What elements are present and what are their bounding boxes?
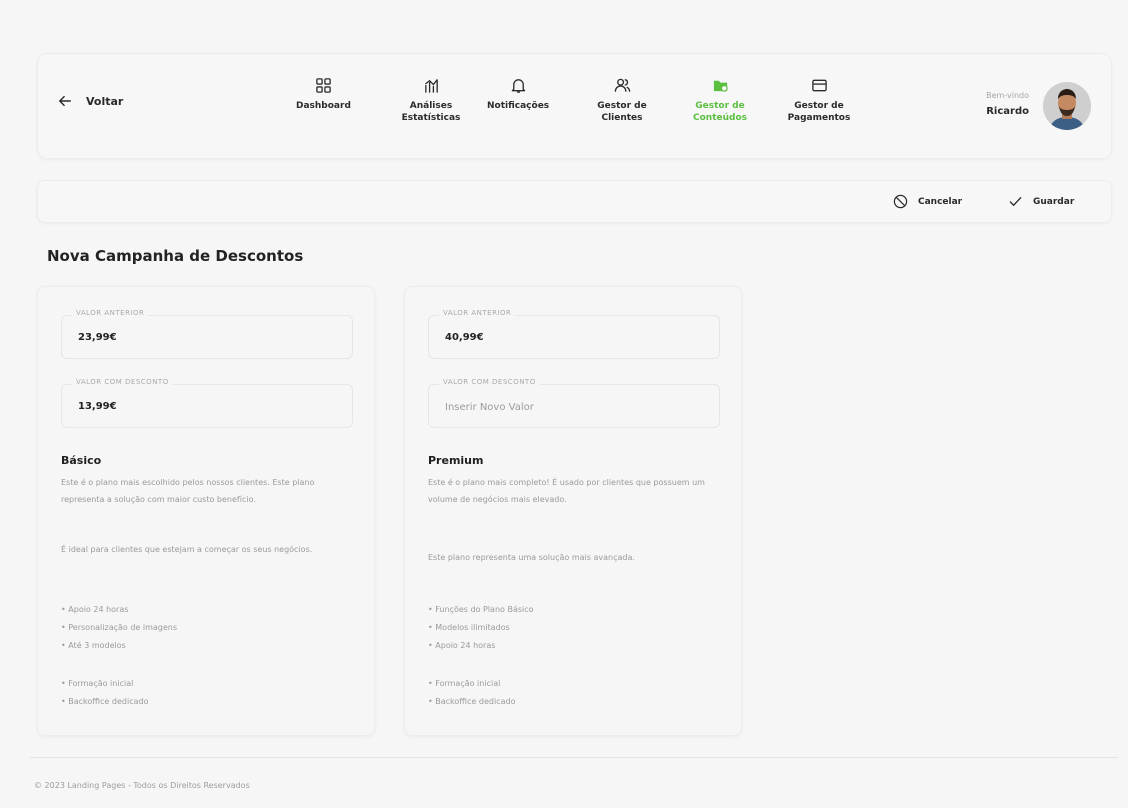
feature-list: • Apoio 24 horas • Personalização de ima… bbox=[61, 601, 177, 655]
plan-card-basico: VALOR ANTERIOR 23,99€ VALOR COM DESCONTO… bbox=[37, 286, 375, 736]
user-name: Ricardo bbox=[986, 106, 1029, 117]
greeting: Bem-vindo bbox=[986, 91, 1029, 100]
users-icon bbox=[613, 76, 631, 94]
discount-value-field[interactable]: VALOR COM DESCONTO 13,99€ bbox=[61, 378, 353, 428]
save-label: Guardar bbox=[1033, 196, 1075, 207]
arrow-left-icon bbox=[59, 95, 71, 107]
list-item: • Até 3 modelos bbox=[61, 641, 126, 650]
chart-icon bbox=[422, 76, 440, 94]
list-item: • Backoffice dedicado bbox=[61, 697, 149, 706]
action-bar: Cancelar Guardar bbox=[37, 180, 1112, 223]
nav-dashboard[interactable]: Dashboard bbox=[296, 76, 351, 112]
previous-value: 23,99€ bbox=[78, 332, 117, 343]
nav-label: Gestor de Conteúdos bbox=[693, 101, 747, 123]
dashboard-icon bbox=[314, 76, 332, 94]
list-item: • Apoio 24 horas bbox=[428, 641, 496, 650]
plan-description: Este é o plano mais escolhido pelos noss… bbox=[61, 478, 315, 504]
page-title: Nova Campanha de Descontos bbox=[47, 247, 304, 265]
previous-value: 40,99€ bbox=[445, 332, 484, 343]
welcome-block: Bem-vindo Ricardo bbox=[986, 91, 1029, 117]
nav-label: Notificações bbox=[487, 101, 550, 111]
nav-gestor-conteudos[interactable]: Gestor de Conteúdos bbox=[680, 76, 760, 124]
page: Voltar Dashboard Análises Estatísticas N… bbox=[0, 0, 1128, 808]
list-item: • Formação inicial bbox=[428, 679, 501, 688]
previous-value-field[interactable]: VALOR ANTERIOR 40,99€ bbox=[428, 309, 720, 359]
feature-list-extra: • Formação inicial • Backoffice dedicado bbox=[428, 675, 515, 711]
nav-gestor-pagamentos[interactable]: Gestor de Pagamentos bbox=[775, 76, 863, 124]
list-item: • Apoio 24 horas bbox=[61, 605, 129, 614]
nav-analises-estatisticas[interactable]: Análises Estatísticas bbox=[391, 76, 471, 124]
nav-label: Gestor de Clientes bbox=[597, 101, 647, 123]
previous-value-field[interactable]: VALOR ANTERIOR 23,99€ bbox=[61, 309, 353, 359]
field-label: VALOR COM DESCONTO bbox=[439, 378, 540, 386]
cancel-label: Cancelar bbox=[918, 196, 963, 207]
plan-name: Premium bbox=[428, 454, 484, 467]
list-item: • Modelos ilimitados bbox=[428, 623, 510, 632]
cancel-icon bbox=[893, 194, 908, 209]
new-value-input[interactable] bbox=[445, 397, 705, 417]
list-item: • Backoffice dedicado bbox=[428, 697, 516, 706]
plan-description: Este é o plano mais completo! É usado po… bbox=[428, 478, 705, 504]
plan-card-premium: VALOR ANTERIOR 40,99€ VALOR COM DESCONTO… bbox=[404, 286, 742, 736]
footer-copyright: © 2023 Landing Pages - Todos os Direitos… bbox=[34, 781, 250, 790]
field-label: VALOR ANTERIOR bbox=[72, 309, 149, 317]
nav-gestor-clientes[interactable]: Gestor de Clientes bbox=[587, 76, 657, 124]
nav-label: Gestor de Pagamentos bbox=[787, 101, 851, 123]
field-label: VALOR ANTERIOR bbox=[439, 309, 516, 317]
cancel-button[interactable]: Cancelar bbox=[893, 194, 962, 209]
card-icon bbox=[810, 76, 828, 94]
list-item: • Personalização de imagens bbox=[61, 623, 178, 632]
bell-icon bbox=[509, 76, 527, 94]
plan-description-secondary: Este plano representa uma solução mais a… bbox=[428, 553, 635, 562]
back-label: Voltar bbox=[86, 94, 124, 108]
list-item: • Formação inicial bbox=[61, 679, 134, 688]
folder-icon bbox=[711, 76, 729, 94]
feature-list-extra: • Formação inicial • Backoffice dedicado bbox=[61, 675, 148, 711]
save-button[interactable]: Guardar bbox=[1008, 194, 1074, 209]
check-icon bbox=[1009, 197, 1022, 206]
field-label: VALOR COM DESCONTO bbox=[72, 378, 173, 386]
top-navigation: Voltar Dashboard Análises Estatísticas N… bbox=[37, 53, 1112, 159]
avatar[interactable] bbox=[1043, 82, 1091, 130]
list-item: • Funções do Plano Básico bbox=[428, 605, 534, 614]
discount-value-field[interactable]: VALOR COM DESCONTO bbox=[428, 378, 720, 428]
nav-label: Dashboard bbox=[296, 101, 351, 111]
nav-label: Análises Estatísticas bbox=[401, 101, 461, 123]
feature-list: • Funções do Plano Básico • Modelos ilim… bbox=[428, 601, 534, 655]
footer-divider bbox=[30, 757, 1118, 758]
plan-name: Básico bbox=[61, 454, 102, 467]
nav-notificacoes[interactable]: Notificações bbox=[487, 76, 549, 112]
discount-value: 13,99€ bbox=[78, 401, 117, 412]
plan-description-secondary: É ideal para clientes que estejam a come… bbox=[61, 545, 313, 554]
back-button[interactable]: Voltar bbox=[58, 94, 123, 108]
